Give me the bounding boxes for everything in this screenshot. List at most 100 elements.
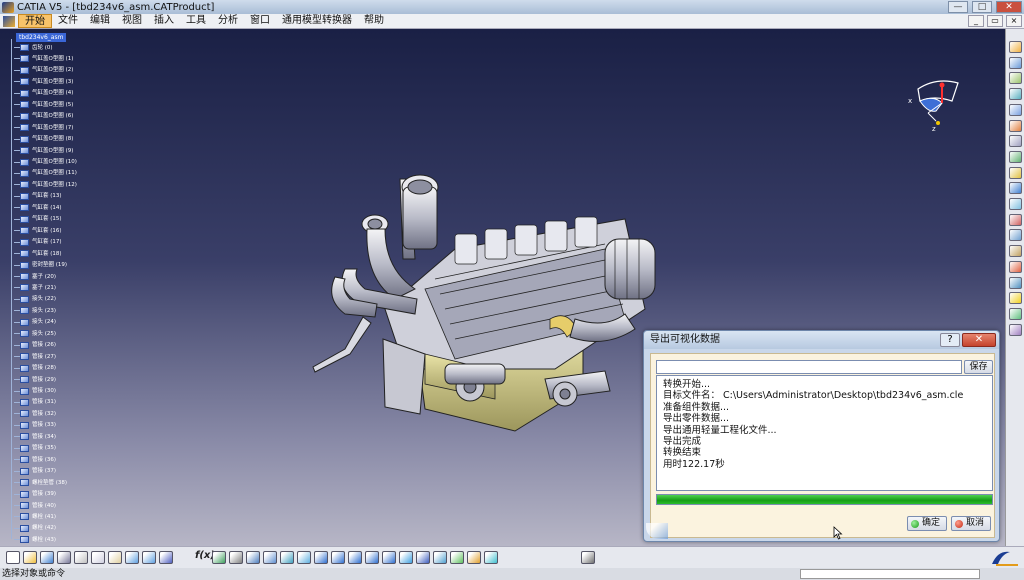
output-path-field[interactable] (656, 360, 962, 374)
ok-button[interactable]: 确定 (907, 516, 947, 531)
doc-close-button[interactable]: × (1006, 15, 1022, 27)
tree-item[interactable]: 齿轮 (0) (14, 43, 54, 52)
tree-item[interactable]: 接头 (25) (14, 329, 57, 338)
redo-icon[interactable] (142, 551, 156, 564)
whats-this-icon[interactable] (159, 551, 173, 564)
swap-visible-icon[interactable] (484, 551, 498, 564)
iso-view-icon[interactable] (416, 551, 430, 564)
undo-icon[interactable] (125, 551, 139, 564)
tree-item[interactable]: 接头 (24) (14, 318, 57, 327)
menu-edit[interactable]: 编辑 (84, 14, 116, 28)
engine-assembly-model[interactable] (305, 139, 675, 439)
menu-start[interactable]: 开始 (18, 14, 52, 28)
tree-item[interactable]: 气缸盖O型圈 (2) (14, 66, 74, 75)
tree-item[interactable]: 管接 (27) (14, 352, 57, 361)
pan-icon[interactable] (331, 551, 345, 564)
tree-item[interactable]: 气缸盖O型圈 (3) (14, 77, 74, 86)
tree-item[interactable]: 气缸盖O型圈 (4) (14, 89, 74, 98)
copy-icon[interactable] (91, 551, 105, 564)
catalog-icon[interactable] (1009, 182, 1022, 195)
tree-item[interactable]: 气缸套 (18) (14, 249, 63, 258)
document-icon[interactable] (3, 15, 15, 27)
pointer-icon[interactable] (1009, 41, 1022, 53)
command-input[interactable] (800, 569, 980, 579)
tree-icon[interactable] (263, 551, 277, 564)
save-button[interactable]: 保存 (964, 360, 993, 374)
tree-item[interactable]: 管接 (37) (14, 467, 57, 476)
tree-item[interactable]: 气缸盖O型圈 (12) (14, 180, 78, 189)
tree-item[interactable]: 气缸套 (17) (14, 238, 63, 247)
bulb-icon[interactable] (1009, 292, 1022, 305)
paste-icon[interactable] (108, 551, 122, 564)
constraint-icon[interactable] (1009, 213, 1022, 226)
tree-root[interactable]: tbd234v6_asm (16, 33, 67, 42)
doc-restore-button[interactable]: ▭ (987, 15, 1003, 27)
tree-item[interactable]: 管接 (30) (14, 387, 57, 396)
part-icon[interactable] (1009, 103, 1022, 116)
update-icon[interactable] (1009, 307, 1022, 320)
compass-icon[interactable]: x z (906, 73, 966, 133)
tree-item[interactable]: 螺栓 (43) (14, 535, 57, 544)
multi-instance-icon[interactable] (1009, 166, 1022, 179)
tree-item[interactable]: 气缸套 (13) (14, 192, 63, 201)
menu-converter[interactable]: 通用模型转换器 (276, 14, 358, 28)
tree-item[interactable]: 螺栓 (41) (14, 512, 57, 521)
tree-item[interactable]: 管接 (35) (14, 444, 57, 453)
tree-item[interactable]: 管接 (33) (14, 421, 57, 430)
tree-item[interactable]: 气缸套 (15) (14, 215, 63, 224)
replace-icon[interactable] (1009, 119, 1022, 132)
knowledge-icon[interactable] (212, 551, 226, 564)
fast-multi-instance-icon[interactable] (1009, 198, 1022, 210)
new-icon[interactable] (6, 551, 20, 564)
tree-item[interactable]: 气缸盖O型圈 (1) (14, 54, 74, 63)
menu-insert[interactable]: 插入 (148, 14, 180, 28)
snap-icon[interactable] (1009, 245, 1022, 258)
dialog-close-button[interactable]: ✕ (962, 333, 996, 347)
print-icon[interactable] (57, 551, 71, 564)
tree-item[interactable]: 接头 (22) (14, 295, 57, 304)
tree-item[interactable]: 气缸盖O型圈 (6) (14, 112, 74, 121)
graph-icon[interactable] (1009, 135, 1022, 148)
explode-icon[interactable] (1009, 260, 1022, 273)
tree-item[interactable]: 管接 (26) (14, 341, 57, 350)
assembly-icon[interactable] (1009, 56, 1022, 69)
open-icon[interactable] (23, 551, 37, 564)
tree-item[interactable]: 螺栓垫管 (38) (14, 478, 68, 487)
product-icon[interactable] (1009, 72, 1022, 85)
tree-item[interactable]: 管接 (29) (14, 375, 57, 384)
photo-icon[interactable] (229, 551, 243, 564)
manipulate-icon[interactable] (1009, 229, 1022, 242)
camera-icon[interactable] (581, 551, 595, 564)
tree-item[interactable]: 气缸盖O型圈 (10) (14, 158, 78, 167)
tree-item[interactable]: 管接 (31) (14, 398, 57, 407)
tree-item[interactable]: 管接 (40) (14, 501, 57, 510)
tree-item[interactable]: 塞子 (20) (14, 272, 57, 281)
menu-analyze[interactable]: 分析 (212, 14, 244, 28)
table-icon[interactable] (246, 551, 260, 564)
scenes-icon[interactable] (1009, 323, 1022, 336)
tree-item[interactable]: 管接 (28) (14, 364, 57, 373)
specification-tree[interactable]: tbd234v6_asm 齿轮 (0) 气缸盖O型圈 (1) 气缸盖O型圈 (2) 气… (6, 31, 96, 544)
menu-window[interactable]: 窗口 (244, 14, 276, 28)
compass-icon[interactable] (280, 551, 294, 564)
fit-all-icon[interactable] (314, 551, 328, 564)
save-icon[interactable] (40, 551, 54, 564)
maximize-button[interactable]: □ (972, 1, 992, 13)
component-icon[interactable] (1009, 88, 1022, 101)
tree-item[interactable]: 气缸盖O型圈 (11) (14, 169, 78, 178)
tree-item[interactable]: 接头 (23) (14, 306, 57, 315)
tree-item[interactable]: 气缸套 (14) (14, 203, 63, 212)
tree-item[interactable]: 密封垫圈 (19) (14, 261, 68, 270)
minimize-button[interactable]: — (948, 1, 968, 13)
close-button[interactable]: ✕ (996, 1, 1022, 13)
tree-item[interactable]: 管接 (36) (14, 455, 57, 464)
tree-item[interactable]: 气缸盖O型圈 (9) (14, 146, 74, 155)
multi-view-icon[interactable] (433, 551, 447, 564)
reorder-icon[interactable] (1009, 150, 1022, 163)
cut-icon[interactable] (74, 551, 88, 564)
tree-item[interactable]: 管接 (34) (14, 432, 57, 441)
menu-file[interactable]: 文件 (52, 14, 84, 28)
doc-minimize-button[interactable]: _ (968, 15, 984, 27)
measure-icon[interactable] (1009, 276, 1022, 289)
zoom-in-icon[interactable] (365, 551, 379, 564)
